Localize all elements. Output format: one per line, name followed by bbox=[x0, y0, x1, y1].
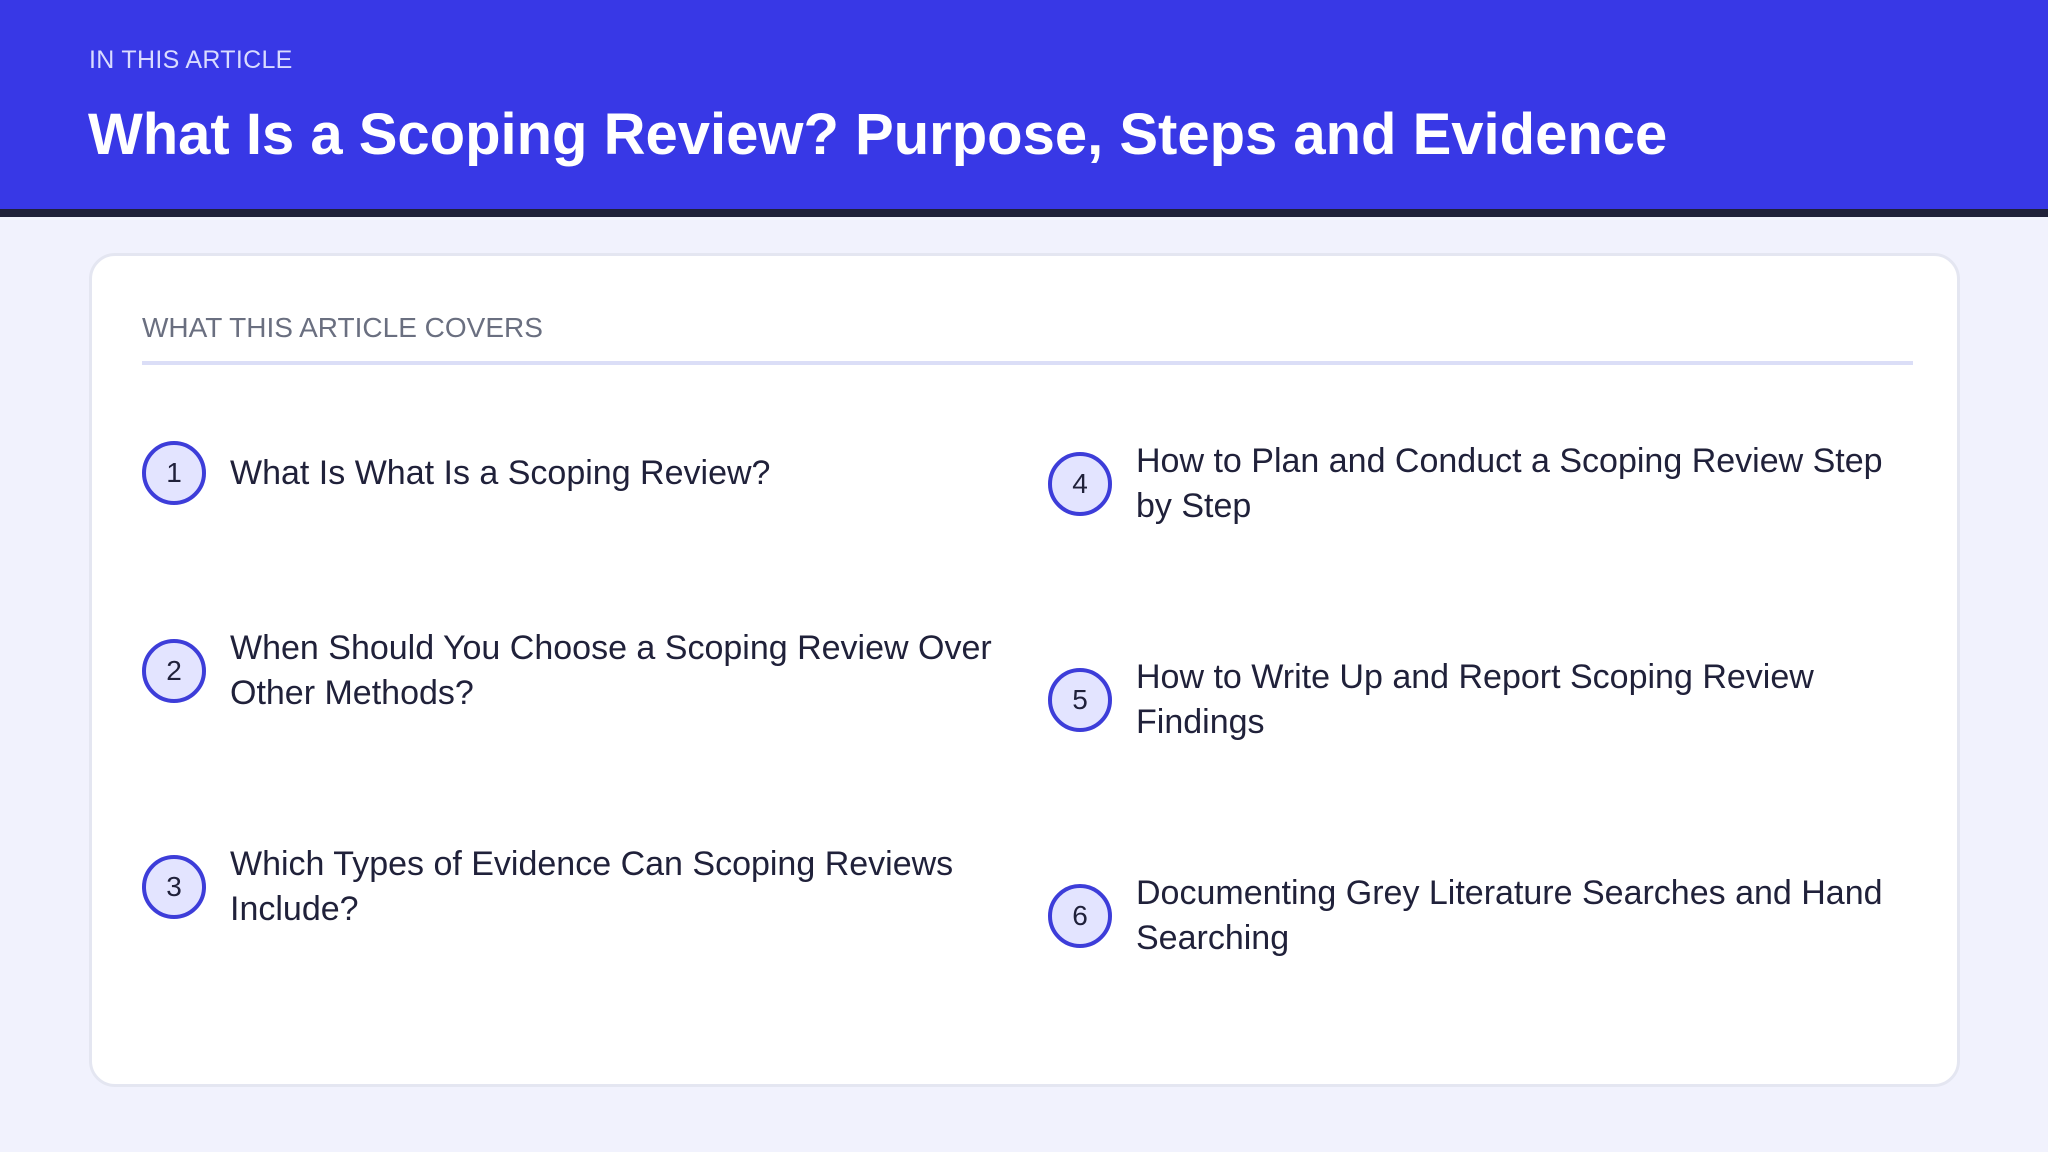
toc-item-label: Documenting Grey Literature Searches and… bbox=[1136, 874, 1883, 957]
toc-item-6[interactable]: 6 Documenting Grey Literature Searches a… bbox=[1048, 871, 1908, 961]
toc-number-badge: 6 bbox=[1048, 884, 1112, 948]
toc-item-2[interactable]: 2 When Should You Choose a Scoping Revie… bbox=[142, 626, 1002, 716]
toc-item-4[interactable]: 4 How to Plan and Conduct a Scoping Revi… bbox=[1048, 439, 1908, 529]
toc-number-badge: 3 bbox=[142, 855, 206, 919]
toc-number-badge: 4 bbox=[1048, 452, 1112, 516]
eyebrow-label: IN THIS ARTICLE bbox=[89, 46, 293, 74]
header-divider bbox=[0, 209, 2048, 217]
page-title: What Is a Scoping Review? Purpose, Steps… bbox=[88, 102, 1668, 167]
toc-item-label: Which Types of Evidence Can Scoping Revi… bbox=[230, 845, 954, 928]
toc-item-label: How to Plan and Conduct a Scoping Review… bbox=[1136, 442, 1883, 525]
toc-number-badge: 1 bbox=[142, 441, 206, 505]
toc-item-5[interactable]: 5 How to Write Up and Report Scoping Rev… bbox=[1048, 655, 1908, 745]
toc-divider bbox=[142, 361, 1913, 365]
toc-number-badge: 2 bbox=[142, 639, 206, 703]
toc-item-label: When Should You Choose a Scoping Review … bbox=[230, 629, 992, 712]
toc-item-3[interactable]: 3 Which Types of Evidence Can Scoping Re… bbox=[142, 842, 1002, 932]
toc-card: WHAT THIS ARTICLE COVERS 1 What Is What … bbox=[89, 253, 1960, 1087]
toc-item-label: How to Write Up and Report Scoping Revie… bbox=[1136, 658, 1814, 741]
toc-item-label: What Is What Is a Scoping Review? bbox=[230, 453, 771, 492]
toc-item-1[interactable]: 1 What Is What Is a Scoping Review? bbox=[142, 441, 1002, 505]
article-header: IN THIS ARTICLE What Is a Scoping Review… bbox=[0, 0, 2048, 209]
toc-heading: WHAT THIS ARTICLE COVERS bbox=[142, 312, 543, 343]
toc-number-badge: 5 bbox=[1048, 668, 1112, 732]
